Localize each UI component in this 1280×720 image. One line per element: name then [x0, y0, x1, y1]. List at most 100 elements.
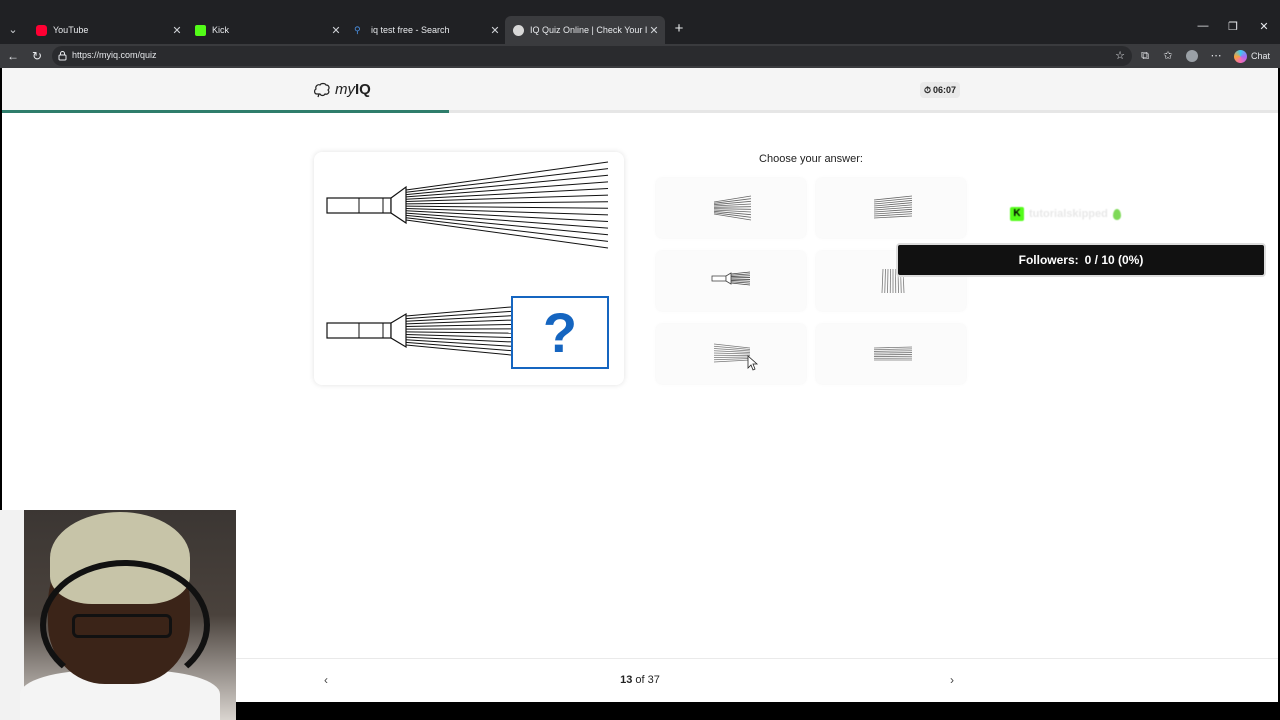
new-tab-icon[interactable]: + — [670, 21, 688, 39]
tab-title: IQ Quiz Online | Check Your IQ Sc — [530, 25, 647, 35]
minimize-icon[interactable]: — — [1194, 20, 1212, 32]
mouse-cursor-icon — [747, 355, 759, 371]
droplet-icon — [1112, 208, 1121, 220]
tab-search[interactable]: ⚲ iq test free - Search ✕ — [346, 19, 506, 41]
copilot-icon — [1234, 49, 1247, 63]
copilot-chat-button[interactable]: Chat — [1234, 46, 1270, 66]
question-figure: ? — [314, 152, 624, 385]
quiz-timer: ⏱ 06:07 — [920, 82, 961, 98]
figure-line — [730, 275, 751, 277]
tab-youtube[interactable]: YouTube ✕ — [28, 19, 188, 41]
figure-line — [713, 359, 751, 363]
kick-icon — [195, 24, 206, 36]
figure-line — [405, 219, 609, 249]
figure-line — [730, 280, 751, 282]
logo-prefix: my — [335, 81, 355, 98]
figure-line — [405, 217, 609, 242]
tab-list-chevron-icon[interactable]: ⌄ — [4, 21, 22, 39]
close-tab-icon[interactable]: ✕ — [647, 24, 661, 37]
figure-line — [713, 358, 751, 361]
converging-lines-icon — [713, 343, 759, 371]
question-mark: ? — [542, 300, 578, 364]
followers-value: 0 / 10 (0%) — [1084, 253, 1144, 267]
missing-piece-box: ? — [511, 296, 609, 369]
kick-handle-overlay: K tutorialskipped — [1010, 206, 1121, 222]
figure-line — [873, 346, 913, 349]
chevron-right-icon[interactable]: › — [942, 670, 962, 690]
choose-answer-label: Choose your answer: — [759, 153, 863, 165]
answer-option-3[interactable] — [656, 251, 806, 311]
window-close-icon[interactable]: ✕ — [1255, 20, 1273, 33]
quiz-header: myIQ ⏱ 06:07 — [2, 68, 1278, 113]
figure-line — [873, 348, 913, 351]
tab-title: YouTube — [53, 25, 89, 35]
url-text: https://myiq.com/quiz — [72, 50, 157, 60]
close-tab-icon[interactable]: ✕ — [329, 24, 343, 37]
kick-handle: tutorialskipped — [1029, 208, 1108, 220]
figure-line — [405, 194, 609, 203]
tube-with-lines-icon — [711, 271, 751, 286]
figure-line — [405, 214, 609, 236]
figure-line — [713, 352, 751, 355]
close-tab-icon[interactable]: ✕ — [170, 24, 184, 37]
more-menu-icon[interactable]: ⋯ — [1208, 48, 1224, 64]
brain-icon — [314, 82, 330, 97]
answer-option-6[interactable] — [816, 324, 966, 384]
answer-option-5[interactable] — [656, 324, 806, 384]
fan-lines-icon — [713, 195, 752, 221]
followers-goal-overlay: Followers: 0 / 10 (0%) — [896, 243, 1266, 277]
stopwatch-icon: ⏱ — [924, 84, 932, 95]
logo-bold: IQ — [355, 81, 371, 98]
figure-line — [881, 268, 884, 294]
figure-line — [405, 323, 512, 328]
figure-line — [873, 352, 913, 354]
kick-logo-icon: K — [1010, 207, 1024, 221]
screen-bottom-edge — [236, 702, 1280, 720]
figure-line — [405, 331, 512, 334]
answer-option-1[interactable] — [656, 178, 806, 238]
figure-line — [405, 187, 609, 200]
back-arrow-icon[interactable]: ← — [5, 48, 21, 64]
address-bar[interactable]: https://myiq.com/quiz — [52, 46, 1132, 66]
figure-line — [873, 195, 913, 201]
figure-line — [873, 350, 913, 352]
answer-option-2[interactable] — [816, 178, 966, 238]
figure-line — [873, 213, 913, 217]
lock-icon — [58, 51, 67, 61]
current-question: 13 — [620, 674, 633, 686]
quiz-progress-fill — [2, 110, 449, 113]
tab-myiq-quiz[interactable]: IQ Quiz Online | Check Your IQ Sc ✕ — [505, 16, 665, 44]
browser-tab-bar: ⌄ YouTube ✕ Kick ✕ ⚲ iq test free - Sear… — [0, 0, 1280, 44]
restore-icon[interactable]: ❐ — [1224, 20, 1242, 33]
figure-line — [405, 174, 609, 196]
figure-line — [873, 215, 913, 219]
figure-line — [713, 208, 752, 210]
search-icon: ⚲ — [354, 24, 361, 35]
figure-line — [405, 168, 609, 193]
figure-line — [873, 197, 913, 203]
tab-title: Kick — [212, 25, 230, 35]
profile-avatar-icon[interactable] — [1184, 48, 1200, 64]
favorite-star-icon[interactable]: ☆ — [1112, 48, 1128, 64]
tab-kick[interactable]: Kick ✕ — [187, 19, 347, 41]
extensions-icon[interactable]: ⧉ — [1137, 48, 1153, 64]
figure-line — [884, 268, 886, 294]
close-tab-icon[interactable]: ✕ — [488, 24, 502, 37]
refresh-icon[interactable]: ↻ — [29, 48, 45, 64]
figure-line — [713, 206, 752, 208]
timer-value: 06:07 — [933, 85, 957, 95]
figure-line — [405, 207, 609, 216]
figure-line — [405, 333, 512, 339]
figure-line — [713, 356, 751, 358]
browser-toolbar: ← ↻ https://myiq.com/quiz ☆ ⧉ ✩ ⋯ Chat — [0, 44, 1280, 68]
total-questions: 37 — [647, 674, 660, 686]
quiz-progress-bar — [2, 110, 1278, 113]
chevron-left-icon[interactable]: ‹ — [316, 670, 336, 690]
figure-line — [405, 212, 609, 229]
favorites-icon[interactable]: ✩ — [1160, 48, 1176, 64]
myiq-icon — [513, 24, 524, 36]
myiq-logo[interactable]: myIQ — [313, 81, 371, 98]
streamer-webcam — [0, 510, 236, 720]
followers-label: Followers: — [1018, 253, 1079, 267]
figure-line — [405, 181, 609, 198]
